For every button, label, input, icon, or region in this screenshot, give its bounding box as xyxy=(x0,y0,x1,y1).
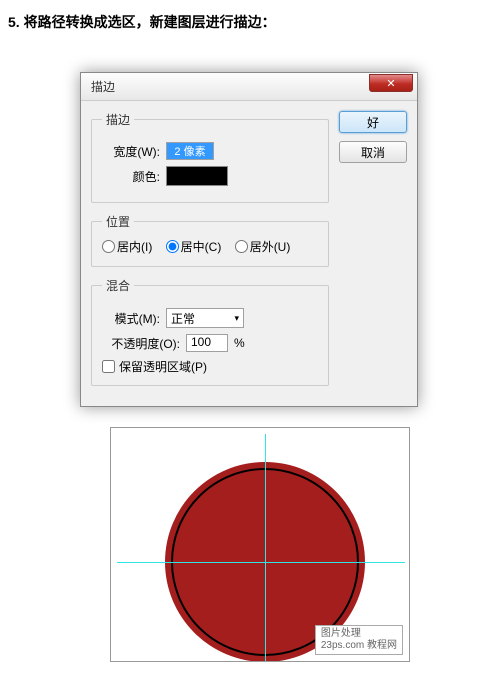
step-instruction: 5. 将路径转换成选区，新建图层进行描边： xyxy=(0,0,500,32)
color-swatch[interactable] xyxy=(166,166,228,186)
opacity-unit: % xyxy=(234,336,245,350)
dialog-body: 描边 宽度(W): 2 像素 颜色: 位置 居内(I) xyxy=(81,101,417,406)
mode-select[interactable]: 正常 xyxy=(166,308,244,328)
horizontal-guide xyxy=(117,562,405,563)
watermark: 图片处理 23ps.com 教程网 xyxy=(315,625,403,655)
watermark-line2: 23ps.com 教程网 xyxy=(321,640,397,652)
close-icon: ✕ xyxy=(386,77,395,90)
preserve-checkbox[interactable] xyxy=(102,360,115,373)
cancel-button[interactable]: 取消 xyxy=(339,141,407,163)
radio-inside[interactable]: 居内(I) xyxy=(102,238,152,255)
position-legend: 位置 xyxy=(102,213,134,230)
stroke-dialog: 描边 ✕ 描边 宽度(W): 2 像素 颜色: 位置 xyxy=(80,72,418,407)
radio-center-label: 居中(C) xyxy=(181,238,222,255)
stroke-group: 描边 宽度(W): 2 像素 颜色: xyxy=(91,111,329,203)
dialog-titlebar[interactable]: 描边 ✕ xyxy=(81,73,417,101)
mode-row: 模式(M): 正常 xyxy=(102,308,318,328)
opacity-label: 不透明度(O): xyxy=(102,335,180,352)
ok-button[interactable]: 好 xyxy=(339,111,407,133)
width-input[interactable]: 2 像素 xyxy=(166,142,214,160)
mode-label: 模式(M): xyxy=(102,310,160,327)
width-label: 宽度(W): xyxy=(102,143,160,160)
mode-value: 正常 xyxy=(171,310,195,327)
position-group: 位置 居内(I) 居中(C) 居外(U) xyxy=(91,213,329,267)
blending-group: 混合 模式(M): 正常 不透明度(O): 100 % 保留透明区域(P) xyxy=(91,277,329,386)
radio-center[interactable]: 居中(C) xyxy=(166,238,222,255)
dialog-left-column: 描边 宽度(W): 2 像素 颜色: 位置 居内(I) xyxy=(91,111,329,396)
radio-outside-input[interactable] xyxy=(235,240,248,253)
radio-outside[interactable]: 居外(U) xyxy=(235,238,291,255)
position-radios: 居内(I) 居中(C) 居外(U) xyxy=(102,238,318,256)
color-row: 颜色: xyxy=(102,166,318,186)
cancel-label: 取消 xyxy=(361,144,385,161)
vertical-guide xyxy=(265,434,266,662)
opacity-row: 不透明度(O): 100 % xyxy=(102,334,318,352)
color-label: 颜色: xyxy=(102,168,160,185)
opacity-input[interactable]: 100 xyxy=(186,334,228,352)
ok-label: 好 xyxy=(367,114,379,131)
radio-inside-input[interactable] xyxy=(102,240,115,253)
width-row: 宽度(W): 2 像素 xyxy=(102,142,318,160)
dialog-title: 描边 xyxy=(91,78,115,95)
stroke-legend: 描边 xyxy=(102,111,134,128)
dialog-right-column: 好 取消 xyxy=(339,111,407,396)
preserve-row: 保留透明区域(P) xyxy=(102,358,318,375)
preserve-label: 保留透明区域(P) xyxy=(119,358,207,375)
radio-inside-label: 居内(I) xyxy=(117,238,152,255)
radio-outside-label: 居外(U) xyxy=(250,238,291,255)
canvas-preview: 图片处理 23ps.com 教程网 xyxy=(110,427,410,662)
radio-center-input[interactable] xyxy=(166,240,179,253)
blending-legend: 混合 xyxy=(102,277,134,294)
watermark-line1: 图片处理 xyxy=(321,628,397,640)
close-button[interactable]: ✕ xyxy=(369,74,413,92)
